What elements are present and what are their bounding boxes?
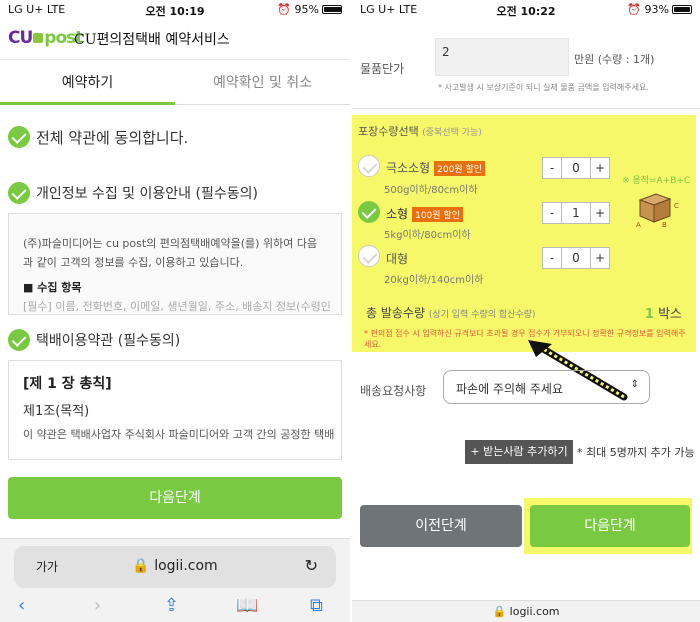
check-icon	[358, 155, 380, 177]
total-label: 총 발송수량	[366, 306, 426, 320]
previous-button[interactable]: 이전단계	[360, 505, 522, 547]
check-icon	[8, 182, 30, 204]
price-input[interactable]: 2	[435, 38, 569, 76]
minus-button[interactable]: -	[543, 158, 561, 178]
discount-badge: 100원 할인	[412, 207, 463, 222]
next-button[interactable]: 다음단계	[8, 477, 342, 519]
bookmarks-icon[interactable]: 📖	[236, 595, 258, 616]
price-unit: 만원 (수량 : 1개)	[574, 53, 655, 66]
size-spec: 20kg이하/140cm이하	[384, 275, 484, 286]
size-spec: 5kg이하/80cm이하	[384, 230, 471, 241]
alarm-icon: ⏰	[627, 3, 645, 16]
quantity-stepper-small[interactable]: -1 +	[542, 202, 610, 224]
privacy-checkbox[interactable]: 개인정보 수집 및 이용안내 (필수동의)	[8, 182, 258, 204]
size-name: 극소소형	[386, 161, 431, 175]
package-subtitle: (중복선택 가능)	[422, 128, 482, 138]
right-screenshot: LG U+ LTE 오전 10:22 ⏰ 93% 물품단가 2 만원 (수량 :…	[352, 0, 700, 622]
request-select[interactable]: 파손에 주의해 주세요 ⇕	[443, 370, 650, 404]
size-large-option[interactable]	[358, 245, 380, 267]
size-xsmall-option[interactable]	[358, 155, 380, 177]
plus-button[interactable]: +	[591, 203, 609, 223]
status-bar: LG U+ LTE 오전 10:22 ⏰ 93%	[352, 0, 700, 20]
package-title: 포장수량선택	[358, 125, 419, 138]
size-spec: 500g이하/80cm이하	[384, 185, 478, 196]
size-name: 대형	[386, 252, 409, 266]
size-small-option[interactable]	[358, 201, 380, 223]
add-recipient-button[interactable]: + 받는사람 추가하기	[465, 440, 573, 464]
check-icon	[358, 245, 380, 267]
browser-address-mini[interactable]: 🔒 logii.com	[352, 600, 700, 622]
privacy-terms-box[interactable]: (주)파슬미디어는 cu post의 편의점택배예약을(를) 위하여 다음과 같…	[8, 213, 342, 315]
tab-reserve[interactable]: 예약하기	[0, 61, 175, 105]
battery-icon	[322, 5, 342, 14]
delivery-terms-box[interactable]: [제 1 장 총칙] 제1조(목적) 이 약관은 택배사업자 주식회사 파슬미디…	[8, 360, 342, 460]
reload-icon[interactable]: ↻	[305, 556, 318, 575]
alarm-icon: ⏰	[277, 3, 295, 16]
box-icon	[33, 33, 44, 43]
left-screenshot: LG U+ LTE 오전 10:19 ⏰ 95% CU post CU편의점택배 …	[0, 0, 350, 622]
lock-icon: 🔒	[492, 605, 507, 618]
add-recipient-note: * 최대 5명까지 추가 가능	[577, 446, 695, 459]
discount-badge: 200원 할인	[434, 161, 486, 176]
plus-button[interactable]: +	[591, 248, 609, 268]
back-icon[interactable]: ‹	[18, 595, 25, 616]
price-note: * 사고발생 시 보상기준이 되니 실제 물품 금액을 입력해주세요.	[438, 83, 649, 92]
size-name: 소형	[386, 207, 409, 221]
box-label-c: C	[674, 202, 679, 210]
cu-post-logo[interactable]: CU post	[8, 28, 83, 48]
box-label-a: A	[636, 221, 641, 228]
box-label-b: B	[662, 221, 667, 228]
forward-icon[interactable]: ›	[94, 595, 101, 616]
package-section: 포장수량선택 (중복선택 가능) 극소소형 200원 할인 500g이하/80cm…	[352, 115, 696, 352]
plus-button[interactable]: +	[591, 158, 609, 178]
address-bar[interactable]: 가가 🔒 logii.com ↻	[14, 546, 336, 588]
status-bar: LG U+ LTE 오전 10:19 ⏰ 95%	[0, 0, 350, 20]
app-header: CU post CU편의점택배 예약서비스	[0, 20, 350, 60]
chevron-updown-icon: ⇕	[630, 379, 639, 390]
share-icon[interactable]: ⇪	[164, 595, 179, 616]
tabs-icon[interactable]: ⧉	[310, 595, 323, 616]
page-title: CU편의점택배 예약서비스	[74, 32, 230, 48]
check-icon	[358, 201, 380, 223]
battery-indicator: ⏰ 93%	[627, 3, 692, 16]
tab-check-cancel[interactable]: 예약확인 및 취소	[175, 61, 350, 105]
delivery-terms-checkbox[interactable]: 택배이용약관 (필수동의)	[8, 329, 180, 351]
quantity-stepper-xsmall[interactable]: -0 +	[542, 157, 610, 179]
minus-button[interactable]: -	[543, 203, 561, 223]
next-button[interactable]: 다음단계	[530, 505, 690, 547]
check-icon	[8, 329, 30, 351]
total-unit: 박스	[658, 307, 682, 322]
battery-indicator: ⏰ 95%	[277, 3, 342, 16]
total-subtitle: (상기 입력 수량의 합산수량)	[428, 310, 536, 320]
request-label: 배송요청사항	[360, 384, 427, 398]
box-dimension-icon: A B C	[636, 193, 679, 228]
tab-bar: 예약하기 예약확인 및 취소	[0, 61, 350, 105]
volume-note: ※ 용적=A+B+C	[622, 176, 691, 186]
lock-icon: 🔒	[132, 558, 150, 574]
check-icon	[8, 126, 30, 148]
agree-all-checkbox[interactable]: 전체 약관에 동의합니다.	[8, 126, 188, 148]
minus-button[interactable]: -	[543, 248, 561, 268]
price-label: 물품단가	[360, 62, 405, 76]
quantity-stepper-large[interactable]: -0 +	[542, 247, 610, 269]
total-value: 1	[644, 307, 654, 322]
battery-icon	[672, 5, 692, 14]
browser-toolbar: 가가 🔒 logii.com ↻ ‹ › ⇪ 📖 ⧉	[0, 538, 350, 622]
